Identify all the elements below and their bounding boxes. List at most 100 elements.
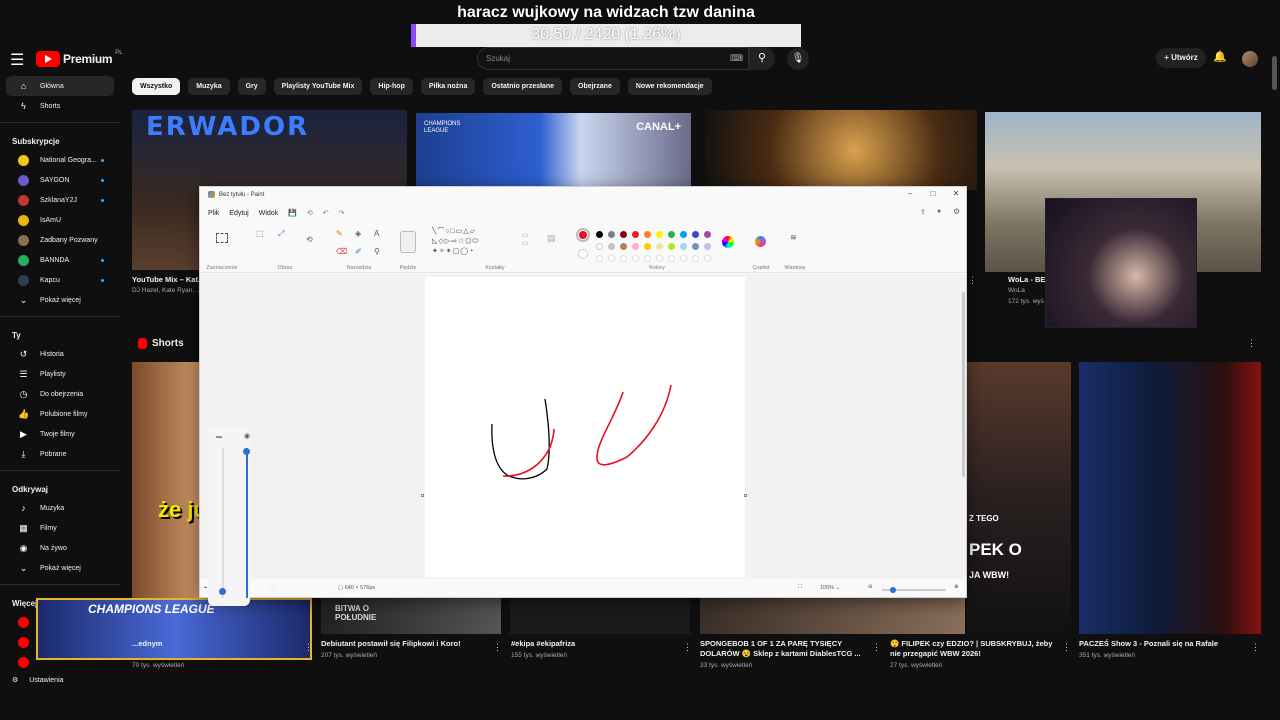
close-icon[interactable]: ✕	[950, 189, 962, 198]
pencil-icon[interactable]: ✎	[336, 229, 343, 238]
show-more-button[interactable]: ⌄ Pokaż więcej	[6, 290, 114, 310]
color-swatch[interactable]	[692, 243, 699, 250]
color-swatch[interactable]	[656, 243, 663, 250]
save-icon[interactable]: 💾	[286, 207, 299, 219]
subscription-item[interactable]: BANNDA	[6, 250, 114, 270]
active-color-ring[interactable]	[576, 228, 590, 242]
page-scrollbar[interactable]	[1272, 56, 1277, 90]
empty-color-swatch[interactable]	[644, 255, 651, 262]
more-options-icon[interactable]: ⋮	[493, 642, 502, 653]
share-icon[interactable]: ⇪	[920, 208, 926, 216]
chip-0[interactable]: Wszystko	[132, 78, 181, 95]
empty-color-swatch[interactable]	[620, 255, 627, 262]
brush-icon[interactable]	[400, 231, 416, 253]
empty-color-swatch[interactable]	[668, 255, 675, 262]
history-icon[interactable]: ⟲	[305, 207, 315, 219]
short-title[interactable]: SPONGEBOB 1 OF 1 ZA PARĘ TYSIĘCY DOLARÓW…	[700, 639, 870, 659]
zoom-select[interactable]: 100% ⌄	[820, 585, 840, 591]
color-swatch[interactable]	[608, 243, 615, 250]
video-channel[interactable]: WoLa	[1008, 287, 1025, 294]
minimize-icon[interactable]: –	[904, 189, 916, 198]
redo-icon[interactable]: ↷	[337, 207, 347, 219]
paint-canvas[interactable]	[425, 277, 745, 577]
empty-color-swatch[interactable]	[596, 255, 603, 262]
sidebar-item-polubione-filmy[interactable]: 👍 Polubione filmy	[6, 404, 114, 424]
chip-4[interactable]: Hip-hop	[370, 78, 413, 95]
sidebar-item-historia[interactable]: ↺ Historia	[6, 344, 114, 364]
color-swatch[interactable]	[608, 231, 615, 238]
mic-button[interactable]: 🎙	[787, 48, 809, 70]
zoom-in-icon[interactable]: ⊕	[954, 584, 959, 590]
sidebar-item-settings[interactable]: ⚙ Ustawienia	[12, 676, 64, 685]
color-swatch[interactable]	[632, 231, 639, 238]
resize-icon[interactable]: ⤢	[278, 229, 284, 239]
sidebar-heading[interactable]: Ty	[0, 323, 120, 344]
show-more-button[interactable]: ⌄ Pokaż więcej	[6, 558, 114, 578]
sidebar-item-na-żywo[interactable]: ◉ Na żywo	[6, 538, 114, 558]
search-input[interactable]: Szukaj	[477, 47, 749, 70]
empty-color-swatch[interactable]	[692, 255, 699, 262]
color-swatch[interactable]	[668, 231, 675, 238]
fit-icon[interactable]: ⛶	[798, 584, 802, 591]
vertical-scrollbar[interactable]	[962, 292, 965, 477]
color-swatch[interactable]	[656, 231, 663, 238]
subscription-item[interactable]: IsAmU	[6, 210, 114, 230]
fill-shape-icon[interactable]: ▤	[547, 233, 556, 244]
search-button[interactable]: ⚲	[749, 47, 775, 70]
video-thumbnail[interactable]	[705, 110, 977, 190]
short-thumbnail[interactable]	[510, 598, 690, 634]
color-swatch[interactable]	[620, 243, 627, 250]
fill-icon[interactable]: ◈	[355, 229, 361, 238]
chip-6[interactable]: Ostatnio przesłane	[483, 78, 562, 95]
color-swatch[interactable]	[644, 243, 651, 250]
sidebar-item-playlisty[interactable]: ☰ Playlisty	[6, 364, 114, 384]
color-swatch[interactable]	[596, 243, 603, 250]
color-swatch[interactable]	[668, 243, 675, 250]
chip-5[interactable]: Piłka nożna	[420, 78, 476, 95]
color-swatch[interactable]	[680, 231, 687, 238]
undo-icon[interactable]: ↶	[321, 207, 331, 219]
rotate-icon[interactable]: ⟲	[306, 235, 313, 244]
color-swatch[interactable]	[632, 243, 639, 250]
short-title[interactable]: #ekipa #ekipafriza	[511, 639, 681, 649]
color-picker-icon[interactable]: ✐	[355, 247, 362, 256]
copilot-icon[interactable]	[755, 236, 766, 247]
sidebar-item-filmy[interactable]: ▦ Filmy	[6, 518, 114, 538]
short-thumbnail[interactable]	[1079, 362, 1261, 634]
keyboard-icon[interactable]: ⌨	[730, 53, 743, 64]
more-options-icon[interactable]: ⋮	[872, 642, 881, 653]
short-title[interactable]: PACZEŚ Show 3 - Poznali się na Rafale	[1079, 639, 1249, 649]
sidebar-item-do-obejrzenia[interactable]: ◷ Do obejrzenia	[6, 384, 114, 404]
shorts-more-icon[interactable]: ⋮	[1247, 338, 1256, 349]
color-swatch[interactable]	[620, 231, 627, 238]
opacity-slider-thumb[interactable]	[243, 448, 250, 455]
maximize-icon[interactable]: □	[927, 189, 939, 198]
magnifier-icon[interactable]: ⚲	[374, 247, 380, 256]
crop-icon[interactable]: ⬚	[256, 229, 264, 238]
size-slider[interactable]	[219, 448, 226, 598]
short-title[interactable]: ...ednym	[132, 639, 302, 649]
short-thumbnail[interactable]: Z TEGO PEK O JA WBW!	[967, 362, 1071, 634]
short-thumbnail[interactable]	[700, 598, 965, 634]
sidebar-item-twoje-filmy[interactable]: ▶ Twoje filmy	[6, 424, 114, 444]
more-options-icon[interactable]: ⋮	[1062, 642, 1071, 653]
chip-3[interactable]: Playlisty YouTube Mix	[273, 78, 363, 95]
account-icon[interactable]: ●	[937, 208, 941, 215]
shapes-icon[interactable]: ╲⌒○□▭△▱ ◺◇▷⇨☆⬠⬭ ✦✧✶▢◯◔	[432, 227, 479, 257]
canvas-resize-handle[interactable]	[421, 494, 424, 497]
empty-color-swatch[interactable]	[632, 255, 639, 262]
color-swatch[interactable]	[644, 231, 651, 238]
video-title[interactable]: YouTube Mix – Kat...	[132, 275, 204, 285]
more-options-icon[interactable]: ⋮	[968, 275, 977, 286]
create-button[interactable]: + Utwórz	[1156, 48, 1206, 68]
color-swatch[interactable]	[596, 231, 603, 238]
empty-color-swatch[interactable]	[608, 255, 615, 262]
empty-color-swatch[interactable]	[656, 255, 663, 262]
text-icon[interactable]: A	[374, 229, 379, 238]
zoom-out-icon[interactable]: ⊖	[868, 584, 873, 590]
menu-edytuj[interactable]: Edytuj	[227, 208, 250, 219]
bell-icon[interactable]: 🔔	[1213, 50, 1227, 63]
more-options-icon[interactable]: ⋮	[683, 642, 692, 653]
edit-colors-icon[interactable]	[722, 236, 734, 248]
zoom-slider[interactable]	[882, 587, 946, 593]
